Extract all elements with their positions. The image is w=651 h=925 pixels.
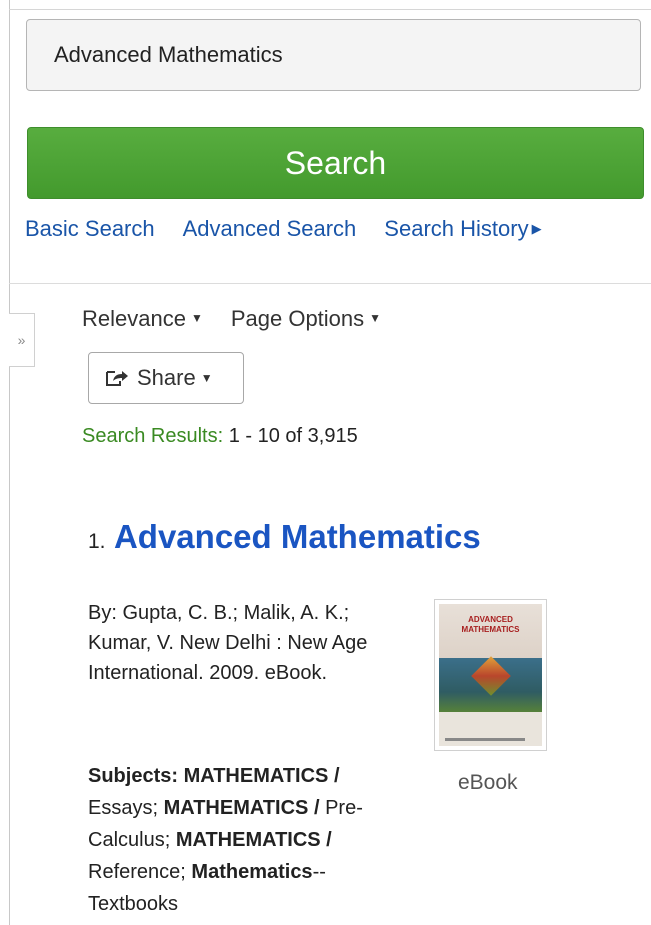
book-cover-art: ADVANCED MATHEMATICS <box>439 604 542 746</box>
results-count: Search Results: 1 - 10 of 3,915 <box>82 425 358 448</box>
caret-down-icon: ▼ <box>190 311 203 325</box>
results-count-range: 1 - 10 of 3,915 <box>228 425 358 447</box>
basic-search-link[interactable]: Basic Search <box>25 216 155 242</box>
search-mode-links: Basic Search Advanced Search Search Hist… <box>25 216 570 242</box>
share-icon <box>106 371 128 386</box>
page-options-label: Page Options <box>230 306 365 331</box>
results-toolbar: Relevance ▼ Page Options ▼ <box>82 306 409 332</box>
book-cover-image[interactable]: ADVANCED MATHEMATICS <box>434 599 547 751</box>
search-input[interactable] <box>26 19 641 91</box>
caret-down-icon: ▼ <box>200 371 213 385</box>
sort-relevance-label: Relevance <box>82 306 186 331</box>
result-byline: By: Gupta, C. B.; Malik, A. K.; Kumar, V… <box>88 602 368 684</box>
result-title-link[interactable]: Advanced Mathematics <box>114 518 481 555</box>
cover-publisher-strip <box>445 738 525 741</box>
search-history-label: Search History <box>384 216 529 241</box>
left-border <box>9 0 10 925</box>
cover-title-line-2: MATHEMATICS <box>461 625 520 634</box>
advanced-search-link[interactable]: Advanced Search <box>183 216 357 242</box>
result-number: 1. <box>88 530 106 553</box>
results-count-label: Search Results: <box>82 425 224 447</box>
search-history-link[interactable]: Search History ▶ <box>384 216 541 242</box>
result-subjects: Subjects: MATHEMATICS / Essays; MATHEMAT… <box>88 760 406 920</box>
page-options-dropdown[interactable]: Page Options ▼ <box>231 306 381 332</box>
caret-down-icon: ▼ <box>369 311 382 325</box>
expand-sidebar-icon[interactable]: » <box>9 313 35 367</box>
subject-sub: Reference; <box>88 861 186 883</box>
share-button[interactable]: Share ▼ <box>88 352 244 404</box>
cover-title-line-1: ADVANCED <box>468 615 513 624</box>
sort-relevance-dropdown[interactable]: Relevance ▼ <box>82 306 203 332</box>
section-divider <box>9 283 651 284</box>
top-border <box>9 9 651 10</box>
result-title-row: 1. Advanced Mathematics <box>88 518 481 556</box>
subject-main: MATHEMATICS / <box>183 765 340 787</box>
subjects-label: Subjects: <box>88 765 179 787</box>
rubiks-cube-art <box>471 656 511 696</box>
subject-main: MATHEMATICS / <box>175 829 332 851</box>
search-button[interactable]: Search <box>27 127 644 199</box>
subject-main: MATHEMATICS / <box>163 797 320 819</box>
caret-right-icon: ▶ <box>531 221 542 236</box>
subject-main: Mathematics <box>191 861 313 883</box>
share-label: Share <box>137 365 196 390</box>
subject-sub: Essays; <box>88 797 159 819</box>
format-label: eBook <box>458 771 518 794</box>
